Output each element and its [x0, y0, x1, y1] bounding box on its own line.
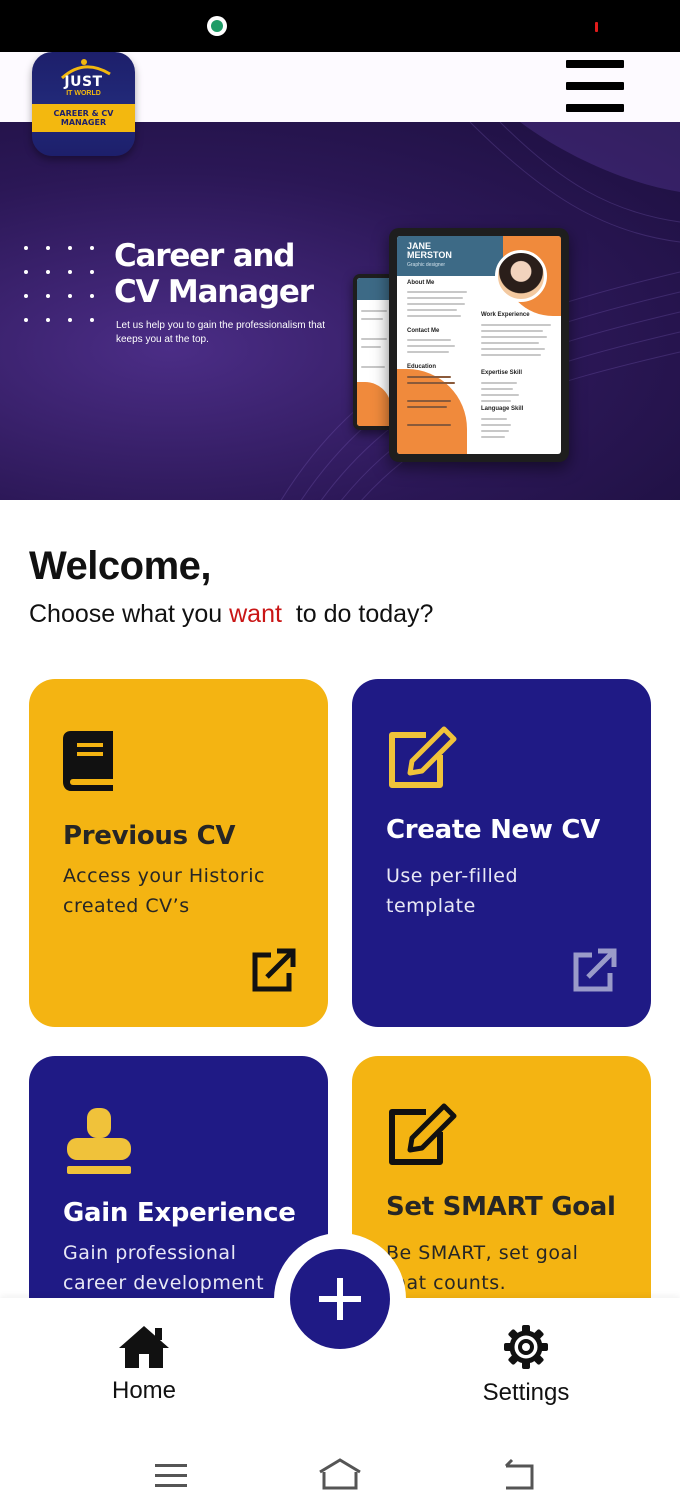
system-navigation-bar: [0, 1442, 680, 1511]
back-icon[interactable]: [500, 1456, 540, 1496]
status-bar: [0, 0, 680, 52]
cv-preview-photo: [495, 250, 547, 302]
plus-icon: [319, 1278, 361, 1320]
card-description: Gain professional career development: [63, 1242, 265, 1294]
nav-home-label: Home: [111, 1377, 177, 1404]
card-title: Gain Experience: [63, 1198, 296, 1228]
nav-settings-label: Settings: [482, 1379, 570, 1406]
status-indicator-icon: [595, 22, 598, 32]
cv-preview-name: JANE MERSTON: [407, 241, 452, 260]
create-new-cv-card[interactable]: Create New CV Use per-filled template: [352, 679, 651, 1027]
edit-icon: [389, 1103, 457, 1165]
card-title: Previous CV: [63, 821, 236, 851]
nav-settings[interactable]: Settings: [470, 1324, 582, 1407]
tablet-mockup: JANE MERSTON Graphic designer About Me C…: [389, 228, 569, 462]
notification-app-icon: [207, 16, 227, 36]
open-external-icon[interactable]: [249, 947, 297, 995]
home-system-icon[interactable]: [318, 1456, 362, 1496]
card-description: Access your Historic created CV’s: [63, 865, 265, 917]
logo-title: JUST: [64, 74, 103, 90]
recent-apps-icon[interactable]: [151, 1456, 191, 1496]
welcome-accent-word: want: [229, 600, 282, 628]
cv-section-title: About Me: [407, 280, 435, 286]
cv-section-title: Expertise Skill: [481, 370, 523, 376]
hero-title-line2: CV Manager: [114, 274, 314, 310]
hero-subtitle: Let us help you to gain the professional…: [116, 320, 326, 345]
hero-title-line1: Career and: [114, 238, 295, 274]
book-icon: [63, 731, 113, 791]
add-button[interactable]: [290, 1249, 390, 1349]
cv-preview-job: Graphic designer: [407, 262, 446, 268]
app-logo[interactable]: JUST IT WORLD CAREER & CV MANAGER: [32, 52, 135, 156]
nav-home[interactable]: Home: [98, 1324, 190, 1405]
welcome-subtitle: Choose what you want to do today?: [29, 600, 434, 628]
stamp-icon: [67, 1108, 131, 1174]
logo-band-text: CAREER & CV MANAGER: [32, 104, 135, 132]
gear-icon: [504, 1325, 548, 1369]
hamburger-menu-icon[interactable]: [566, 60, 624, 116]
cv-section-title: Language Skill: [481, 406, 524, 412]
logo-subtitle: IT WORLD: [66, 90, 101, 97]
home-icon: [119, 1326, 169, 1368]
card-description: Use per-filled template: [386, 865, 519, 917]
card-description: Be SMART, set goal that counts.: [386, 1242, 579, 1294]
hero-title: Career and CV Manager: [114, 238, 314, 310]
cv-section-title: Contact Me: [407, 328, 440, 334]
cv-section-title: Education: [407, 364, 437, 370]
card-title: Set SMART Goal: [386, 1192, 616, 1222]
cv-section-title: Work Experience: [481, 312, 530, 318]
decorative-dots: [24, 246, 104, 326]
welcome-title: Welcome,: [29, 544, 212, 588]
hero-banner: Career and CV Manager Let us help you to…: [0, 122, 680, 500]
previous-cv-card[interactable]: Previous CV Access your Historic created…: [29, 679, 328, 1027]
edit-icon: [389, 726, 457, 788]
open-external-icon[interactable]: [570, 947, 618, 995]
card-title: Create New CV: [386, 815, 600, 845]
